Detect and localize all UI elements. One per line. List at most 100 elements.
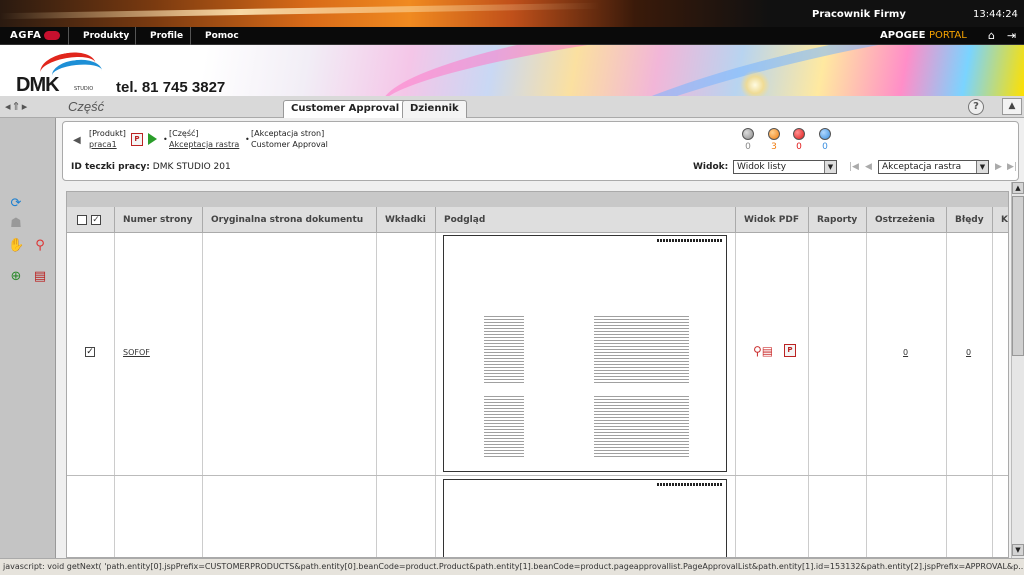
stage-select-value: Akceptacja rastra [882,162,962,172]
page-number-link[interactable]: SOFOF [123,348,150,357]
col-numer-strony[interactable]: Numer strony [115,207,203,233]
col-widok-pdf[interactable]: Widok PDF [736,207,809,233]
col-divider [808,233,809,557]
user-name: Pracownik Firmy [812,9,906,20]
scroll-thumb[interactable] [1012,196,1024,356]
view-label: Widok: [693,162,729,172]
refresh-icon[interactable]: ⟳ [8,196,24,212]
warnings-count-link[interactable]: 0 [903,348,908,357]
preview-text-block [484,396,524,458]
table-header: ✓ Numer strony Oryginalna strona dokumen… [67,207,1008,233]
info-panel: ◀ [Produkt] praca1 P • [Część] Akceptacj… [62,121,1019,181]
last-page-icon[interactable]: ▶| [1007,162,1017,172]
breadcrumb-approval: [Akceptacja stron] Customer Approval [251,128,328,150]
table-top-band [67,192,1008,207]
stage-select[interactable]: Akceptacja rastra ▼ [878,160,989,174]
page-preview-thumbnail[interactable] [443,235,727,472]
menu-profile[interactable]: Profile [135,27,197,45]
clock: 13:44:24 [973,9,1018,20]
col-divider [376,233,377,557]
menu-produkty[interactable]: Produkty [68,27,143,45]
col-divider [866,233,867,557]
tab-dziennik[interactable]: Dziennik [402,100,467,118]
main-content: ◀ [Produkt] praca1 P • [Część] Akceptacj… [56,118,1024,558]
prev-page-icon[interactable]: ◀ [865,162,872,172]
left-toolbar: ⟳ ☗ ✋ ⚲ ⊕ ▤ [0,118,56,558]
col-ko[interactable]: Ko [993,207,1008,233]
dmk-logo: DMK [16,74,60,96]
add-document-icon[interactable]: ⊕ [8,269,24,285]
page-title: Część [68,99,105,114]
agfa-logo: AGFA [10,30,42,41]
breadcrumb-part-label: [Część] [169,129,199,138]
breadcrumb-product-link[interactable]: praca1 [89,140,117,149]
preview-text-block [594,396,689,458]
preview-header-marks [657,239,723,242]
vertical-scrollbar[interactable]: ▲ ▼ [1011,182,1024,558]
menu-pomoc[interactable]: Pomoc [190,27,253,45]
col-podglad[interactable]: Podgląd [436,207,736,233]
select-checked-checkbox[interactable]: ✓ [91,215,101,225]
next-page-icon[interactable]: ▶ [995,162,1002,172]
job-id: ID teczki pracy: DMK STUDIO 201 [71,162,231,172]
col-divider [435,233,436,557]
col-wkladki[interactable]: Wkładki [377,207,436,233]
view-select-value: Widok listy [737,162,787,172]
col-divider [946,233,947,557]
breadcrumb-approval-label: [Akceptacja stron] [251,129,325,138]
row-checkbox[interactable]: ✓ [85,347,95,357]
col-divider [992,233,993,557]
apogee-portal-logo: APOGEE PORTAL [880,30,967,41]
title-row: ◂⇑▸ Część Customer Approval Dziennik ? ▲ [0,96,1024,118]
pdf-icon[interactable]: P [784,344,796,357]
breadcrumb-approval-value: Customer Approval [251,140,328,149]
help-icon[interactable]: ? [968,99,984,115]
col-oryginalna-strona[interactable]: Oryginalna strona dokumentu [203,207,377,233]
chevron-down-icon: ▼ [824,161,836,173]
status-gray-count: 0 [745,142,751,152]
scroll-up-icon[interactable]: ▲ [1012,182,1024,194]
errors-count-link[interactable]: 0 [966,348,971,357]
view-select[interactable]: Widok listy ▼ [733,160,837,174]
preview-text-block [484,316,524,384]
col-ostrzezenia[interactable]: Ostrzeżenia [867,207,947,233]
home-icon[interactable]: ⌂ [988,30,1000,42]
navigation-arrows-icon[interactable]: ◂⇑▸ [5,100,55,114]
back-arrow-icon[interactable]: ◀ [73,135,81,146]
nav-bar: AGFA Produkty Profile Pomoc APOGEE PORTA… [0,27,1024,45]
decorative-streak [0,2,600,20]
pdf-icon[interactable]: P [131,133,143,146]
collapse-icon[interactable]: ▲ [1002,98,1022,115]
col-raporty[interactable]: Raporty [809,207,867,233]
approve-thumb-icon[interactable]: ✋ [8,238,24,254]
status-blue-icon [819,128,831,140]
scroll-down-icon[interactable]: ▼ [1012,544,1024,556]
status-orange-count: 3 [771,142,777,152]
status-red-count: 0 [796,142,802,152]
job-id-label: ID teczki pracy: [71,162,150,172]
pdf-preview-icon[interactable]: ⚲▤ [753,344,773,358]
col-bledy[interactable]: Błędy [947,207,993,233]
apogee-logo-text: APOGEE [880,30,926,41]
breadcrumb-part: [Część] Akceptacja rastra [169,128,239,150]
browser-status-bar: javascript: void getNext( 'path.entity[0… [0,558,1024,575]
job-id-value: DMK STUDIO 201 [152,162,231,172]
dmk-logo-studio: STUDIO [74,86,94,92]
agfa-logo-mark [44,31,60,40]
breadcrumb-product: [Produkt] praca1 [89,128,126,150]
status-blue-count: 0 [822,142,828,152]
page-preview-thumbnail[interactable] [443,479,727,557]
play-icon[interactable] [148,133,157,145]
breadcrumb-separator: • [245,135,250,144]
status-red-icon [793,128,805,140]
users-icon[interactable]: ☗ [8,216,24,232]
pdf-stack-icon[interactable]: ▤ [32,269,48,285]
breadcrumb-part-link[interactable]: Akceptacja rastra [169,140,239,149]
logout-icon[interactable]: ⇥ [1007,30,1019,42]
select-all-checkbox[interactable] [77,215,87,225]
first-page-icon[interactable]: |◀ [849,162,859,172]
status-gray-icon [742,128,754,140]
reject-pin-icon[interactable]: ⚲ [32,238,48,254]
banner: DMK STUDIO tel. 81 745 3827 [0,45,1024,96]
tab-customer-approval[interactable]: Customer Approval [283,100,408,118]
